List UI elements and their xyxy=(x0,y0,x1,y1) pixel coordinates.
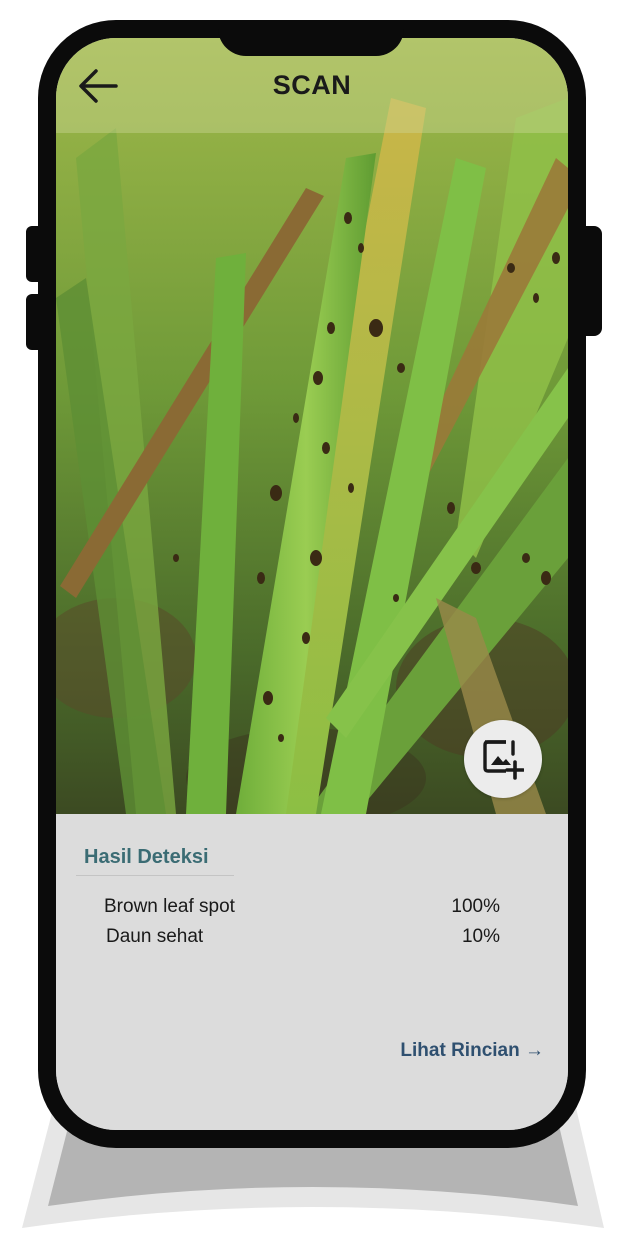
app-screen: SCAN Hasil Deteksi Brown leaf spot 100% … xyxy=(56,38,568,1130)
phone-notch xyxy=(218,20,404,56)
result-label: Brown leaf spot xyxy=(104,896,235,917)
add-photo-icon xyxy=(483,740,524,780)
scanned-leaf-photo xyxy=(56,38,568,814)
result-row: Daun sehat 10% xyxy=(104,926,500,950)
result-value: 100% xyxy=(451,896,500,917)
detection-results-panel: Hasil Deteksi Brown leaf spot 100% Daun … xyxy=(56,814,568,1130)
view-details-link[interactable]: Lihat Rincian → xyxy=(400,1040,544,1062)
results-title: Hasil Deteksi xyxy=(84,846,209,868)
title-divider xyxy=(76,875,234,876)
result-row: Brown leaf spot 100% xyxy=(104,896,500,920)
result-label: Daun sehat xyxy=(106,926,204,947)
page-title: SCAN xyxy=(272,70,352,100)
add-image-button[interactable] xyxy=(464,720,542,798)
result-value: 10% xyxy=(461,926,500,947)
